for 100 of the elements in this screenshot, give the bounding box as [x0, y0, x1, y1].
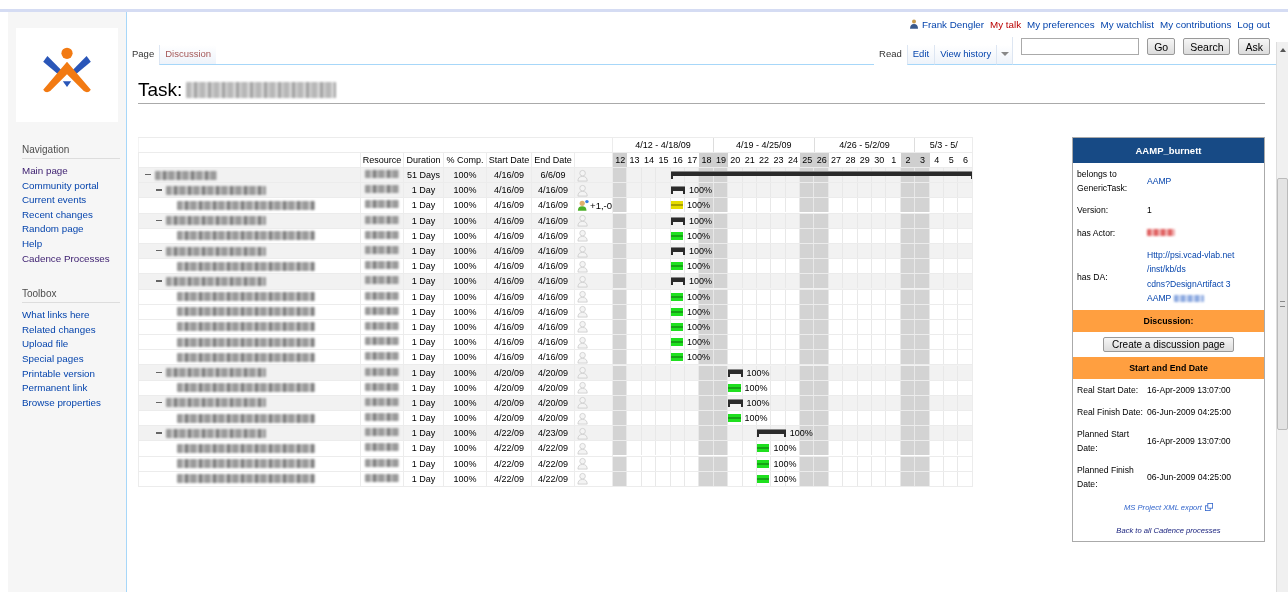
bar-label: 100%	[789, 428, 813, 439]
user-icon[interactable]	[577, 320, 590, 334]
user-icon[interactable]	[577, 441, 590, 455]
redacted-text	[365, 443, 399, 452]
user-icon[interactable]	[577, 396, 590, 410]
property-link[interactable]: /inst/kb/ds	[1147, 262, 1186, 277]
summary-bar	[757, 429, 786, 435]
table-cell: 4/16/09	[486, 289, 532, 305]
user-icon[interactable]	[577, 472, 590, 486]
bar-label: 100%	[687, 306, 711, 317]
collapse-icon[interactable]	[156, 217, 162, 224]
scrollbar-thumb[interactable]	[1277, 178, 1288, 430]
sidebar-link[interactable]: What links here	[22, 308, 126, 323]
user-icon[interactable]	[577, 381, 590, 395]
user-icon[interactable]	[577, 366, 590, 380]
tab[interactable]: Discussion	[159, 45, 217, 65]
redacted-text	[365, 337, 399, 346]
day-header: 6	[962, 154, 970, 167]
redacted-text	[365, 428, 399, 437]
table-cell: 4/16/09	[486, 258, 532, 274]
sidebar-link[interactable]: Related changes	[22, 322, 126, 338]
user-plus-icon[interactable]	[577, 198, 590, 212]
tab[interactable]: Edit	[906, 45, 935, 65]
personal-link[interactable]: My watchlist	[1100, 18, 1154, 30]
user-icon[interactable]	[577, 350, 590, 364]
tab[interactable]: View history	[934, 45, 997, 65]
personal-link[interactable]: Frank Dengler	[921, 18, 985, 30]
sidebar-link[interactable]: Upload file	[22, 337, 126, 352]
sidebar-link[interactable]: Random page	[22, 222, 126, 237]
search-button[interactable]: Go	[1147, 38, 1176, 55]
table-cell: 100%	[443, 456, 487, 472]
property-link[interactable]: Http://psi.vcad-vlab.net	[1147, 247, 1235, 262]
user-icon[interactable]	[577, 426, 590, 440]
more-menu-tab[interactable]	[996, 45, 1013, 65]
user-icon[interactable]	[577, 244, 590, 258]
bar-label: 100%	[773, 443, 797, 454]
user-icon[interactable]	[577, 335, 590, 349]
table-cell: 100%	[443, 334, 487, 350]
sidebar-link[interactable]: Main page	[22, 164, 126, 179]
search-button[interactable]: Search	[1183, 38, 1231, 55]
day-header: 1	[890, 154, 898, 167]
bar-label: 100%	[746, 397, 770, 408]
user-icon[interactable]	[577, 457, 590, 471]
week-header: 4/12 - 4/18/09	[613, 138, 714, 152]
column-header: % Comp.	[443, 152, 487, 168]
redacted-text	[365, 352, 399, 361]
section-heading: Discussion:	[1073, 309, 1264, 332]
user-icon[interactable]	[577, 411, 590, 425]
sidebar-link[interactable]: Help	[22, 236, 126, 252]
table-cell: 100%	[443, 380, 487, 396]
table-cell: 100%	[443, 319, 487, 335]
sidebar-link[interactable]: Special pages	[22, 351, 126, 367]
logo-drawing[interactable]	[16, 28, 118, 122]
personal-link[interactable]: Log out	[1237, 18, 1270, 30]
collapse-icon[interactable]	[156, 369, 162, 376]
collapse-icon[interactable]	[156, 399, 162, 406]
user-icon[interactable]	[577, 168, 590, 182]
sidebar-link[interactable]: Recent changes	[22, 207, 126, 223]
collapse-icon[interactable]	[156, 187, 162, 194]
scrollbar[interactable]	[1276, 42, 1288, 592]
redacted-text	[365, 276, 399, 285]
user-icon[interactable]	[577, 290, 590, 304]
personal-link[interactable]: My contributions	[1159, 18, 1232, 30]
table-cell: 100%	[443, 410, 487, 426]
bar-label: 100%	[687, 230, 711, 241]
sidebar-link[interactable]: Current events	[22, 193, 126, 208]
sidebar-link[interactable]: Browse properties	[22, 395, 126, 411]
sidebar-link[interactable]: Community portal	[22, 178, 126, 194]
table-cell: 4/16/09	[531, 289, 575, 305]
summary-bar	[670, 216, 685, 222]
property-link[interactable]: AAMP	[1147, 291, 1172, 306]
sidebar-link[interactable]: Printable version	[22, 366, 126, 382]
property-link[interactable]: cdns?DesignArtifact 3	[1147, 276, 1231, 291]
table-cell: 4/16/09	[531, 304, 575, 320]
property-link[interactable]: AAMP	[1147, 173, 1172, 189]
user-icon[interactable]	[577, 259, 590, 273]
collapse-icon[interactable]	[156, 278, 162, 285]
external-link-icon	[1204, 503, 1213, 511]
bar-label: 100%	[744, 382, 768, 393]
collapse-icon[interactable]	[156, 430, 162, 437]
table-cell: 1 Day	[403, 319, 444, 335]
property-label: Planned Finish Date:	[1077, 463, 1135, 491]
create-discussion-button[interactable]: Create a discussion page	[1103, 336, 1234, 352]
bar-label: 100%	[687, 261, 711, 272]
scroll-up-icon[interactable]	[1279, 48, 1286, 52]
sidebar-link[interactable]: Permanent link	[22, 381, 126, 396]
table-cell: 4/16/09	[531, 334, 575, 350]
redacted-text	[365, 473, 399, 482]
day-header: 5	[947, 154, 955, 167]
search-field[interactable]	[1021, 38, 1140, 55]
user-icon[interactable]	[577, 229, 590, 243]
personal-link[interactable]: My preferences	[1027, 18, 1095, 30]
property-value: 06-Jun-2009 04:25:00	[1147, 471, 1232, 482]
sidebar-link[interactable]: Cadence Processes	[22, 251, 126, 267]
summary-bar	[728, 398, 743, 404]
personal-link[interactable]: My talk	[990, 18, 1022, 30]
user-icon[interactable]	[577, 305, 590, 319]
search-button[interactable]: Ask	[1238, 38, 1270, 55]
table-cell: 4/16/09	[531, 197, 575, 214]
user-icon[interactable]	[577, 274, 590, 288]
